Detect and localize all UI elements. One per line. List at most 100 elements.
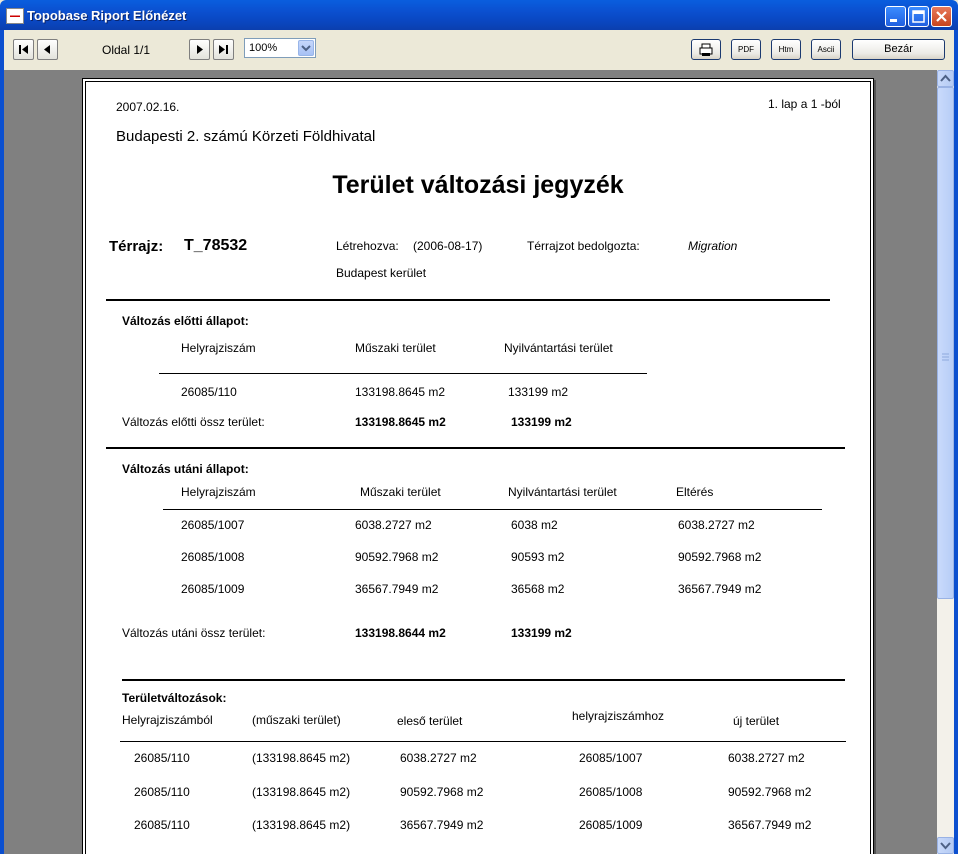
after-row-2-technical-area: 90592.7968 m2: [355, 550, 439, 564]
last-page-icon: [219, 45, 228, 54]
previous-page-icon: [44, 45, 50, 54]
previous-page-button[interactable]: [37, 39, 58, 60]
window-title: Topobase Riport Előnézet: [27, 8, 187, 23]
after-col-technical-area: Műszaki terület: [360, 485, 441, 499]
next-page-button[interactable]: [189, 39, 210, 60]
vertical-scrollbar[interactable]: [937, 70, 954, 854]
window-frame-right: [954, 30, 958, 854]
changes-col-from-parcel: Helyrajziszámból: [122, 713, 213, 727]
before-col-registered-area: Nyilvántartási terület: [504, 341, 613, 355]
close-window-button[interactable]: [931, 6, 952, 27]
print-button[interactable]: [691, 39, 721, 60]
report-page-border: 2007.02.16. 1. lap a 1 -ból Budapesti 2.…: [85, 81, 871, 854]
printer-icon: [699, 43, 713, 56]
export-ascii-button[interactable]: Ascii: [811, 39, 841, 60]
scroll-thumb[interactable]: [937, 87, 954, 599]
changes-col-removed-area: eleső terület: [397, 714, 463, 728]
report-page: 2007.02.16. 1. lap a 1 -ból Budapesti 2.…: [82, 78, 874, 854]
after-row-3-difference: 36567.7949 m2: [678, 582, 762, 596]
export-pdf-button[interactable]: PDF: [731, 39, 761, 60]
report-title: Terület változási jegyzék: [332, 171, 624, 199]
page-counter: 1. lap a 1 -ból: [768, 97, 841, 111]
scroll-up-button[interactable]: [937, 70, 954, 87]
divider: [163, 509, 822, 510]
first-page-button[interactable]: [13, 39, 34, 60]
location: Budapest kerület: [336, 266, 427, 280]
preview-toolbar: Oldal 1/1 100% PDF Htm Ascii Bezár: [4, 30, 954, 70]
after-row-2-registered-area: 90593 m2: [511, 550, 565, 564]
changes-row-1-new-area: 6038.2727 m2: [728, 751, 805, 765]
map-id: T_78532: [184, 237, 248, 254]
next-page-icon: [197, 45, 203, 54]
map-label: Térrajz:: [109, 238, 164, 255]
before-registered-area: 133199 m2: [508, 385, 569, 399]
before-parcel: 26085/110: [181, 385, 237, 399]
changes-row-1-removed-area: 6038.2727 m2: [400, 751, 477, 765]
divider: [159, 373, 647, 374]
close-preview-button[interactable]: Bezár: [852, 39, 945, 60]
after-total-technical: 133198.8644 m2: [355, 626, 446, 640]
changes-row-3-from-parcel: 26085/110: [134, 818, 190, 832]
changes-row-1-technical-area: (133198.8645 m2): [252, 751, 351, 765]
after-col-registered-area: Nyilvántartási terület: [508, 485, 617, 499]
changes-row-2-technical-area: (133198.8645 m2): [252, 785, 351, 799]
changes-col-to-parcel: helyrajziszámhoz: [572, 709, 665, 723]
minimize-button[interactable]: [885, 6, 906, 27]
after-row-1-technical-area: 6038.2727 m2: [355, 518, 432, 532]
changes-row-2-to-parcel: 26085/1008: [579, 785, 643, 799]
export-htm-button[interactable]: Htm: [771, 39, 801, 60]
minimize-icon: [890, 19, 897, 22]
chevron-down-icon: [940, 842, 951, 850]
created-date: (2006-08-17): [413, 239, 483, 253]
processed-by-value: Migration: [688, 239, 738, 253]
before-technical-area: 133198.8645 m2: [355, 385, 446, 399]
before-col-parcel: Helyrajziszám: [181, 341, 256, 355]
changes-row-3-technical-area: (133198.8645 m2): [252, 818, 351, 832]
maximize-icon: [912, 10, 925, 23]
changes-row-1-from-parcel: 26085/110: [134, 751, 190, 765]
last-page-button[interactable]: [213, 39, 234, 60]
changes-row-1-to-parcel: 26085/1007: [579, 751, 643, 765]
after-row-1-difference: 6038.2727 m2: [678, 518, 755, 532]
changes-row-3-new-area: 36567.7949 m2: [728, 818, 812, 832]
before-heading: Változás előtti állapot:: [122, 314, 249, 328]
after-row-3-technical-area: 36567.7949 m2: [355, 582, 439, 596]
divider: [122, 679, 845, 681]
divider: [106, 299, 830, 301]
after-total-registered: 133199 m2: [511, 626, 572, 640]
first-page-icon: [19, 45, 28, 54]
grip-icon: [942, 353, 949, 361]
maximize-button[interactable]: [908, 6, 929, 27]
changes-row-2-from-parcel: 26085/110: [134, 785, 190, 799]
scroll-down-button[interactable]: [937, 837, 954, 854]
changes-row-3-removed-area: 36567.7949 m2: [400, 818, 484, 832]
title-bar[interactable]: ▬▬ Topobase Riport Előnézet: [0, 0, 958, 30]
after-row-2-difference: 90592.7968 m2: [678, 550, 762, 564]
before-total-registered: 133199 m2: [511, 415, 572, 429]
before-total-technical: 133198.8645 m2: [355, 415, 446, 429]
after-row-3-registered-area: 36568 m2: [511, 582, 565, 596]
changes-heading: Területváltozások:: [122, 691, 227, 705]
chevron-up-icon: [940, 74, 951, 82]
zoom-select[interactable]: 100%: [244, 38, 316, 58]
after-row-3-parcel: 26085/1009: [181, 582, 245, 596]
report-viewport[interactable]: 2007.02.16. 1. lap a 1 -ból Budapesti 2.…: [4, 70, 937, 854]
zoom-value: 100%: [249, 42, 278, 54]
changes-row-3-to-parcel: 26085/1009: [579, 818, 643, 832]
after-heading: Változás utáni állapot:: [122, 462, 249, 476]
app-icon: ▬▬: [6, 8, 24, 24]
report-preview-window: ▬▬ Topobase Riport Előnézet Oldal 1/1 10…: [0, 0, 958, 854]
close-icon: [936, 11, 947, 22]
changes-col-new-area: új terület: [733, 714, 780, 728]
zoom-dropdown-button[interactable]: [298, 40, 314, 56]
created-label: Létrehozva:: [336, 239, 399, 253]
after-row-1-parcel: 26085/1007: [181, 518, 245, 532]
after-row-2-parcel: 26085/1008: [181, 550, 245, 564]
office-name: Budapesti 2. számú Körzeti Földhivatal: [116, 128, 376, 145]
changes-row-2-removed-area: 90592.7968 m2: [400, 785, 484, 799]
divider: [106, 447, 845, 449]
processed-by-label: Térrajzot bedolgozta:: [527, 239, 640, 253]
before-total-label: Változás előtti össz terület:: [122, 415, 265, 429]
after-row-1-registered-area: 6038 m2: [511, 518, 558, 532]
after-total-label: Változás utáni össz terület:: [122, 626, 266, 640]
